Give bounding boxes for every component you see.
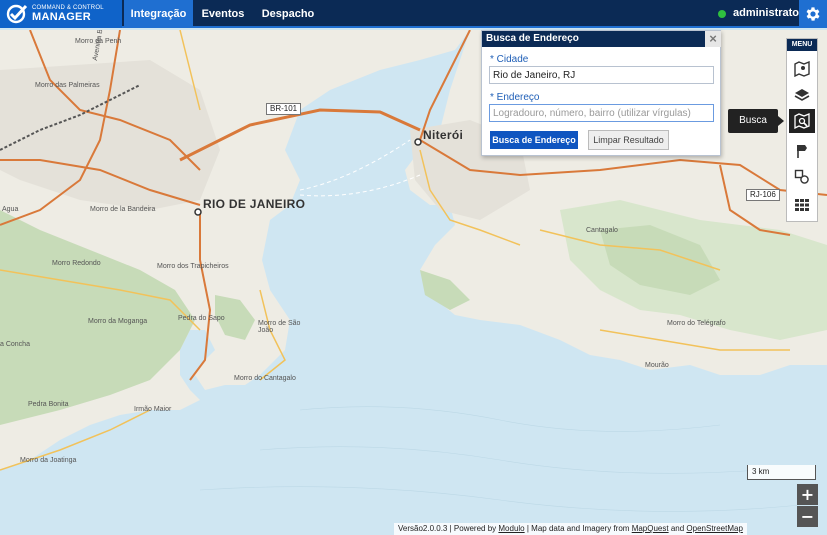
map-layers-button[interactable] [789, 57, 815, 81]
zoom-in-button[interactable]: + [797, 484, 818, 505]
map-scale: 3 km [747, 465, 816, 480]
address-search-panel: Busca de Endereço × * Cidade * Endereço … [481, 30, 721, 156]
and-text: and [670, 524, 685, 533]
menu-title: MENU [787, 39, 817, 51]
map-label-cantagalo: Cantagalo [586, 227, 618, 234]
map-label-morro-joatinga: Morro da Joatinga [20, 457, 77, 464]
zoom-out-button[interactable]: − [797, 506, 818, 527]
map-label-morro-moganga: Morro da Moganga [88, 318, 148, 325]
mapquest-link[interactable]: MapQuest [632, 524, 669, 533]
road-shield-rj106: RJ-106 [746, 189, 780, 201]
map-pin-button[interactable] [789, 139, 815, 163]
map-label-mourao: Mourão [645, 362, 669, 369]
map-label-morro-sao-joao: Morro de São João [258, 320, 301, 334]
panel-header: Busca de Endereço × [482, 31, 721, 47]
attribution-footer: Versão2.0.0.3 | Powered by Modulo | Map … [394, 523, 747, 535]
close-icon[interactable]: × [705, 31, 721, 47]
tool-menu: MENU [786, 38, 818, 222]
address-label: * Endereço [490, 92, 540, 103]
map-label-morro-redondo: Morro Redondo [52, 260, 101, 267]
shapes-icon [794, 169, 809, 184]
shapes-button[interactable] [789, 165, 815, 189]
logo-line-2: MANAGER [32, 11, 91, 23]
map-label-morro-cantagalo: Morro do Cantagalo [234, 375, 296, 382]
map-label-rio: RIO DE JANEIRO [203, 197, 306, 211]
map-label-morro-trapicheiros: Morro dos Trapicheiros [157, 263, 229, 270]
menu-tooltip: Busca [728, 109, 784, 133]
powered-text: | Powered by [449, 524, 497, 533]
search-address-button[interactable]: Busca de Endereço [490, 131, 578, 149]
clear-result-button[interactable]: Limpar Resultado [588, 130, 669, 150]
map-label-morro-telegrafo: Morro do Telégrafo [667, 320, 726, 327]
panel-title: Busca de Endereço [486, 33, 579, 44]
mapdata-text: | Map data and Imagery from [526, 524, 630, 533]
tab-integracao[interactable]: Integração [124, 0, 193, 28]
road-shield-br101: BR-101 [266, 103, 302, 115]
version-text: Versão2.0.0.3 [398, 524, 448, 533]
grid-button[interactable] [789, 193, 815, 217]
checkmark-logo-icon [6, 4, 28, 24]
map-layers-icon [794, 61, 810, 77]
address-search-icon [794, 113, 810, 129]
map-pin-icon [797, 145, 807, 158]
tab-despacho[interactable]: Despacho [253, 0, 323, 28]
map-label-irmao-maior: Irmão Maior [134, 406, 172, 413]
map-label-niteroi: Niterói [423, 128, 464, 142]
logo-text: COMMAND & CONTROL MANAGER [32, 5, 104, 23]
tab-eventos[interactable]: Eventos [193, 0, 253, 28]
map-label-pedra-bonita: Pedra Bonita [28, 401, 69, 408]
settings-button[interactable] [799, 0, 827, 28]
osm-link[interactable]: OpenStreetMap [686, 524, 742, 533]
map-label-pedra-sapo: Pedra do Sapo [178, 315, 225, 322]
city-label: * Cidade [490, 54, 529, 65]
map-label-agua: Agua [2, 206, 19, 213]
address-search-button[interactable] [789, 109, 815, 133]
city-input[interactable] [489, 66, 714, 84]
map-label-morro-bandeira: Morro de la Bandeira [90, 206, 156, 213]
app-logo[interactable]: COMMAND & CONTROL MANAGER [0, 0, 122, 28]
stack-layers-icon [794, 89, 810, 101]
grid-icon [795, 199, 809, 211]
map-label-concha: a Concha [0, 341, 30, 348]
online-status-icon [718, 10, 726, 18]
top-navbar: COMMAND & CONTROL MANAGER Integração Eve… [0, 0, 827, 28]
modulo-link[interactable]: Modulo [498, 524, 524, 533]
gear-icon [806, 7, 820, 21]
address-input[interactable] [489, 104, 714, 122]
username[interactable]: administrator [733, 0, 803, 28]
stack-layers-button[interactable] [789, 83, 815, 107]
map-label-morro-palmeiras: Morro das Palmeiras [35, 82, 100, 89]
